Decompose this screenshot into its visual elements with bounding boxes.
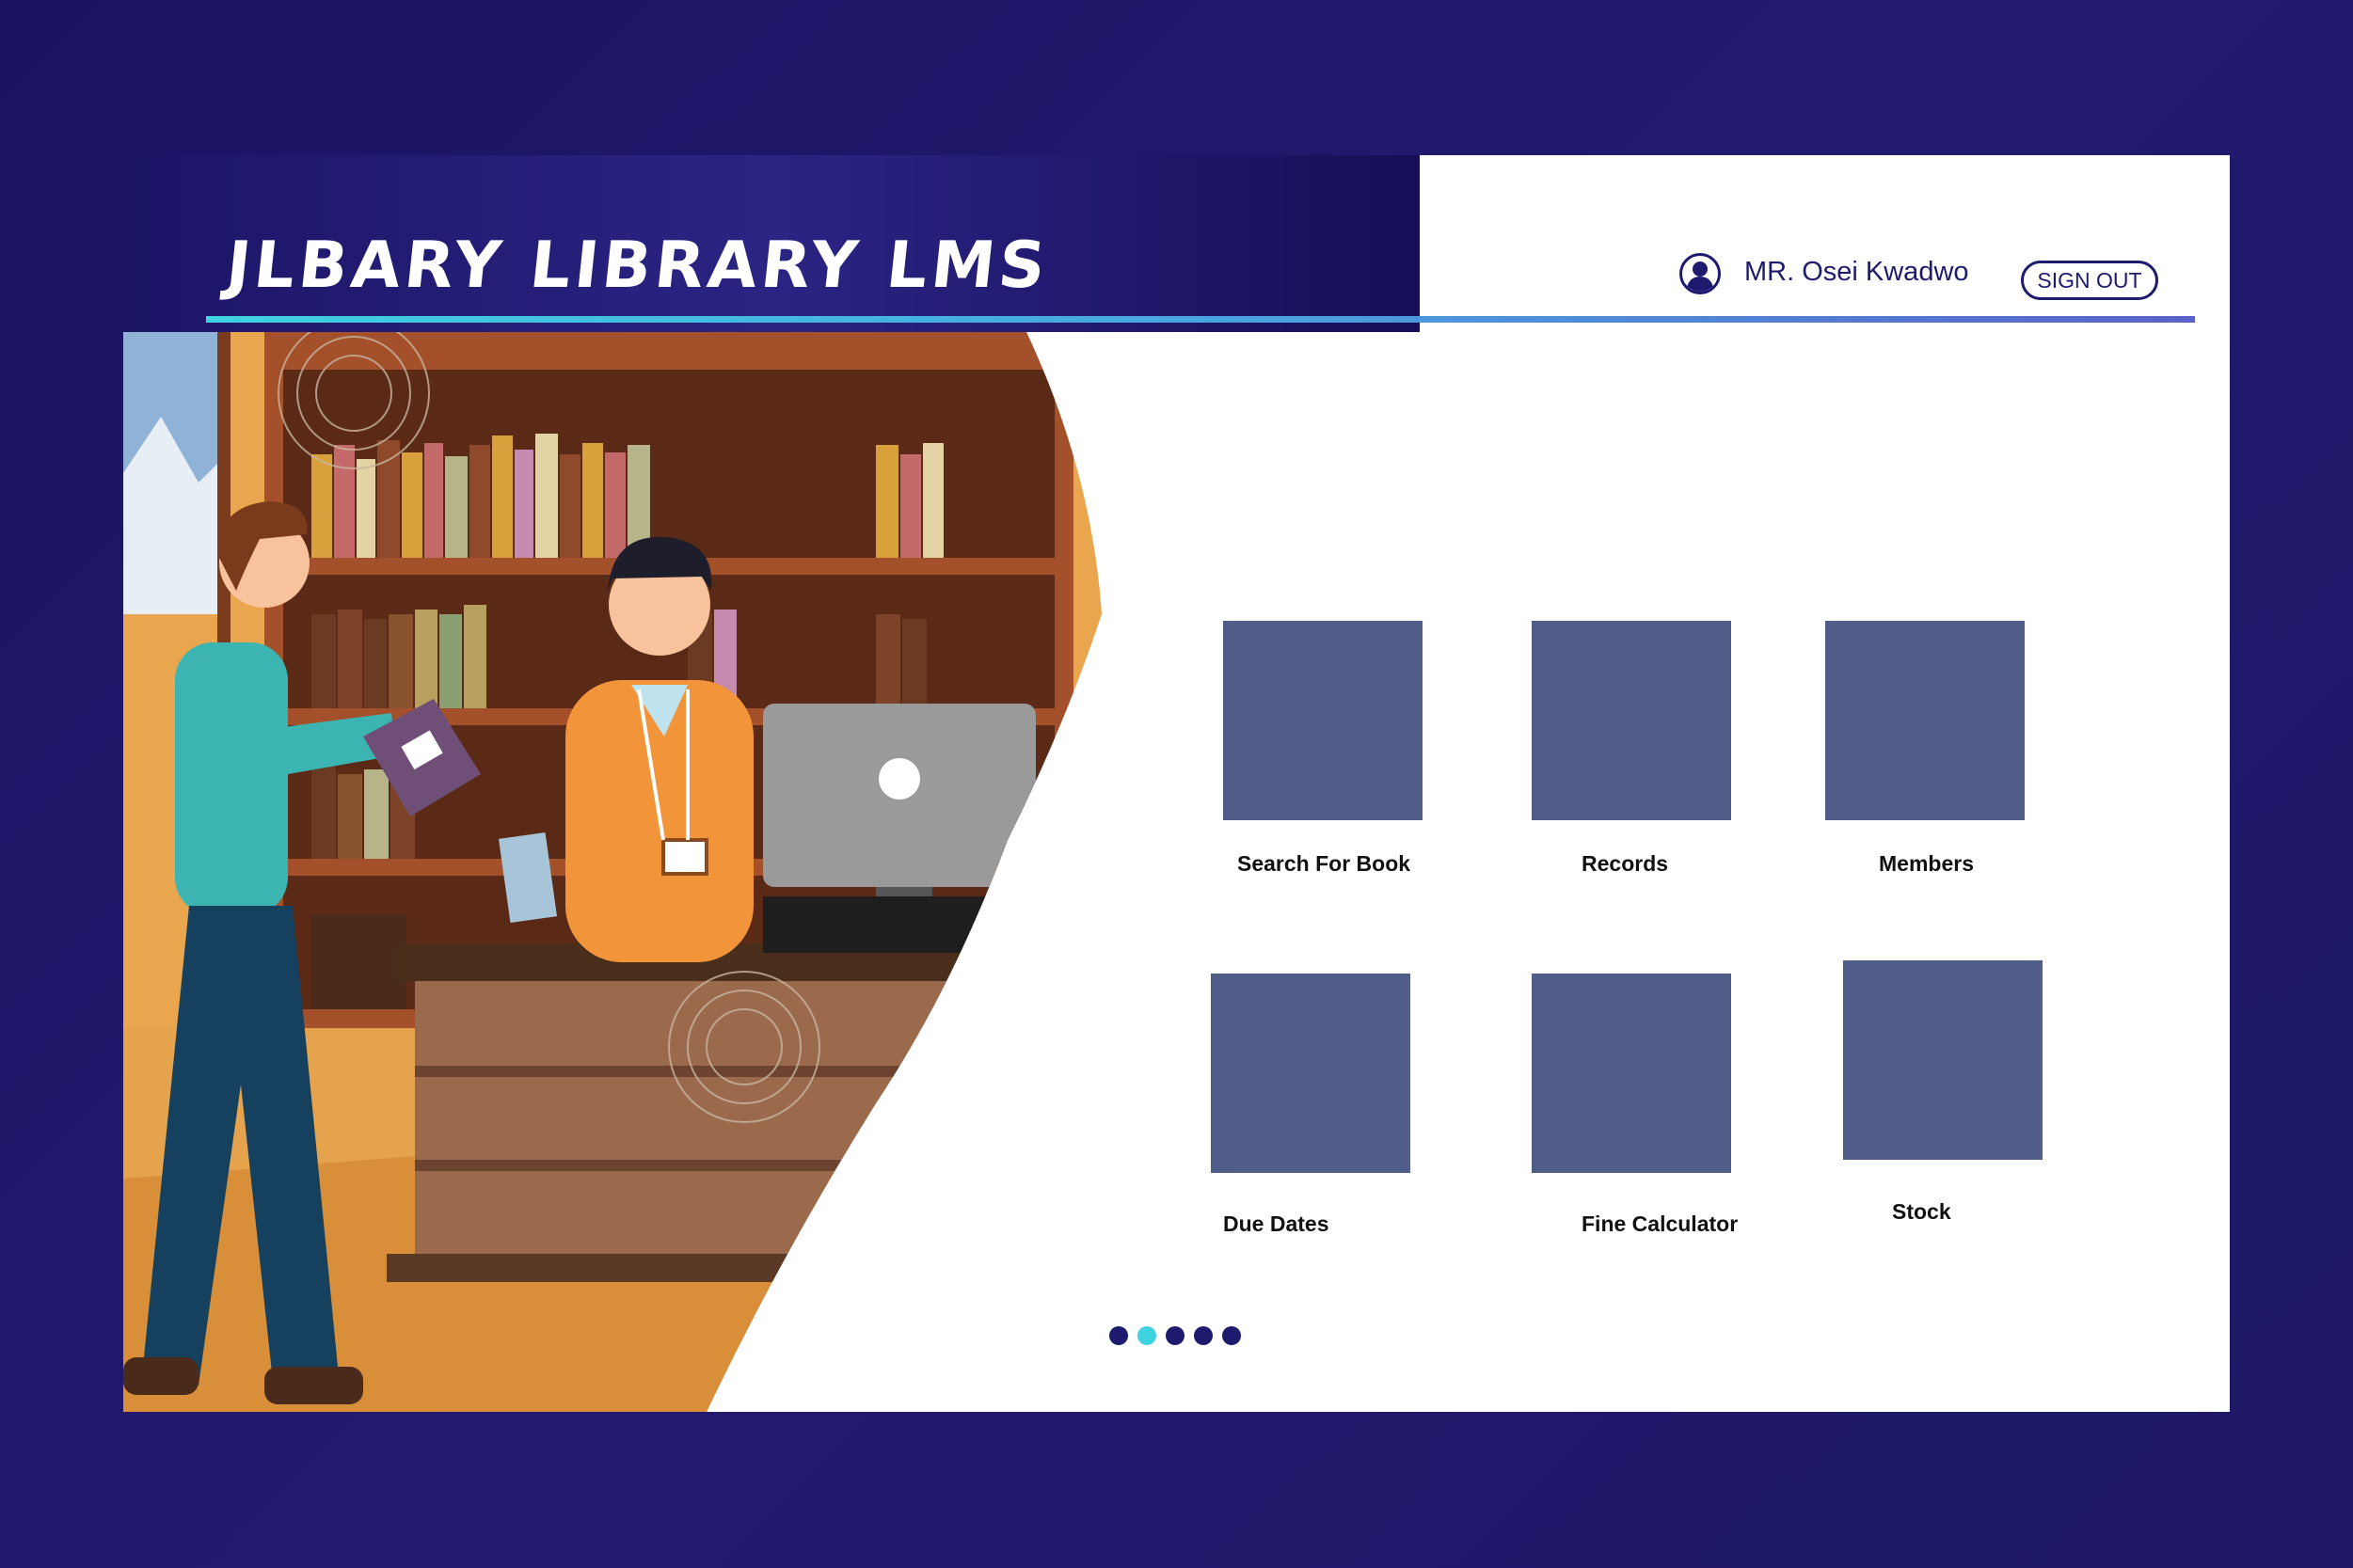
sign-out-button[interactable]: SIGN OUT — [2021, 261, 2158, 300]
members-label: Members — [1879, 851, 1974, 876]
carousel-dot-1[interactable] — [1109, 1326, 1128, 1345]
search-book-label: Search For Book — [1237, 851, 1411, 876]
user-name: MR. Osei Kwadwo — [1744, 257, 1969, 287]
library-illustration — [123, 332, 1102, 1412]
carousel-dot-2[interactable] — [1137, 1326, 1156, 1345]
due-dates-label: Due Dates — [1223, 1212, 1329, 1236]
carousel-dot-4[interactable] — [1194, 1326, 1213, 1345]
user-icon — [1679, 253, 1721, 294]
records-tile[interactable] — [1532, 621, 1731, 820]
fine-calculator-label: Fine Calculator — [1582, 1212, 1739, 1236]
search-book-tile[interactable] — [1223, 621, 1423, 820]
due-dates-tile[interactable] — [1211, 974, 1410, 1173]
stock-tile[interactable] — [1843, 960, 2043, 1160]
carousel-dot-5[interactable] — [1222, 1326, 1241, 1345]
app-title: JLBARY LIBRARY LMS — [222, 229, 1053, 303]
stock-label: Stock — [1892, 1199, 1951, 1224]
carousel-dot-3[interactable] — [1166, 1326, 1184, 1345]
records-label: Records — [1582, 851, 1669, 876]
app-window: JLBARY LIBRARY LMS MR. Osei Kwadwo SIGN … — [123, 155, 2230, 1412]
fine-calculator-tile[interactable] — [1532, 974, 1731, 1173]
header-divider — [206, 316, 2195, 323]
members-tile[interactable] — [1825, 621, 2025, 820]
